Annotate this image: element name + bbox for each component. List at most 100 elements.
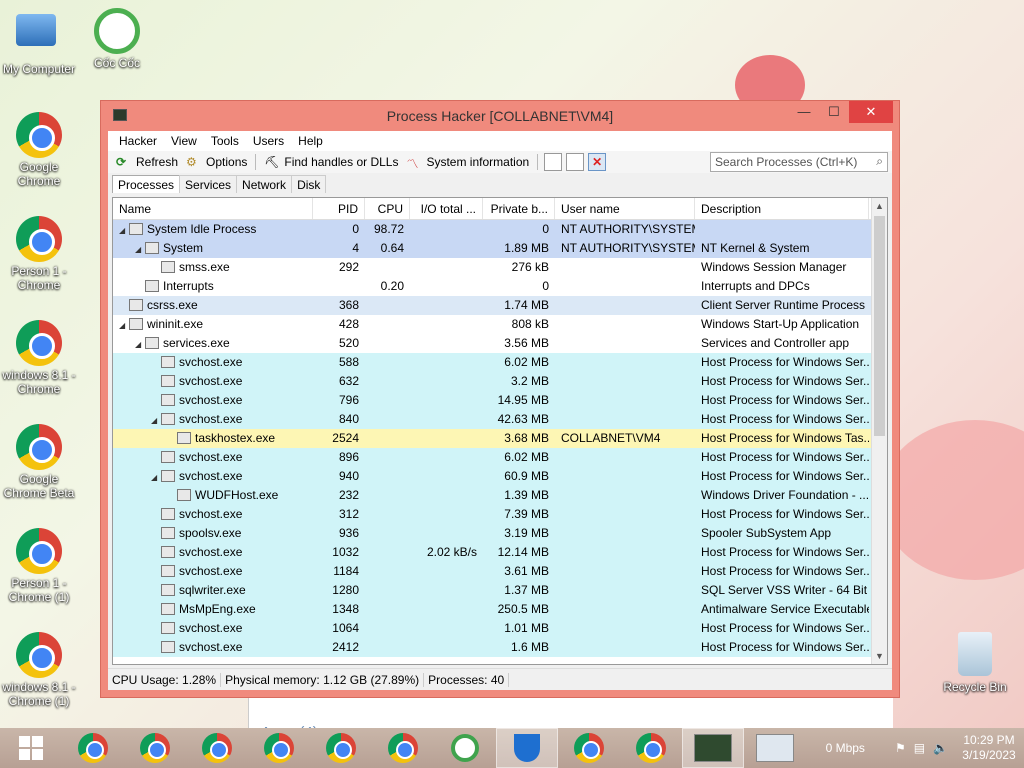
start-button[interactable]: [0, 728, 62, 768]
tree-toggle-icon[interactable]: ◢: [135, 340, 145, 349]
network-icon[interactable]: ▤: [914, 741, 925, 755]
tree-toggle-icon[interactable]: ◢: [135, 245, 145, 254]
menu-view[interactable]: View: [164, 131, 204, 151]
taskbar-defender[interactable]: [496, 728, 558, 768]
process-pid: 0: [352, 222, 359, 236]
title-bar[interactable]: Process Hacker [COLLABNET\VM4] — ☐ ✕: [101, 101, 899, 131]
process-cpu: [365, 372, 410, 391]
taskbar-chrome-2[interactable]: [248, 728, 310, 768]
process-row[interactable]: ◢ svchost.exe 940 60.9 MB Host Process for W…: [113, 467, 887, 486]
desktop-icon-google-chrome[interactable]: Google Chrome: [0, 112, 78, 188]
desktop-icon-person1-chrome[interactable]: Person 1 - Chrome: [0, 216, 78, 292]
process-row[interactable]: MsMpEng.exe 1348 250.5 MB Antimalware Servi…: [113, 600, 887, 619]
process-row[interactable]: svchost.exe 796 14.95 MB Host Process for W…: [113, 391, 887, 410]
flag-icon[interactable]: ⚑: [895, 741, 906, 755]
menu-users[interactable]: Users: [246, 131, 291, 151]
process-row[interactable]: svchost.exe 1184 3.61 MB Host Process for W…: [113, 562, 887, 581]
taskbar-chrome-person1[interactable]: [124, 728, 186, 768]
desktop-icon-windows81-chrome-1[interactable]: windows 8.1 - Chrome (1): [0, 632, 78, 708]
search-input[interactable]: Search Processes (Ctrl+K) ⌕: [710, 152, 888, 172]
column-cpu[interactable]: CPU: [365, 198, 410, 219]
clock[interactable]: 10:29 PM 3/19/2023: [954, 733, 1024, 763]
tab-disk[interactable]: Disk: [291, 175, 327, 193]
column-private-bytes[interactable]: Private b...: [483, 198, 555, 219]
process-row[interactable]: svchost.exe 632 3.2 MB Host Process for Win…: [113, 372, 887, 391]
process-description: SQL Server VSS Writer - 64 Bit: [701, 583, 868, 597]
column-pid[interactable]: PID: [313, 198, 365, 219]
desktop-icon-recycle-bin[interactable]: Recycle Bin: [936, 632, 1014, 694]
gear-icon: ⚙: [186, 155, 197, 169]
process-row[interactable]: ◢ System 4 0.64 1.89 MB NT AUTHORITY\SYSTEM NT…: [113, 239, 887, 258]
process-cpu: [365, 448, 410, 467]
find-handles-button[interactable]: ⛏ Find handles or DLLs: [260, 155, 402, 169]
desktop-icon-my-computer[interactable]: My Computer: [0, 8, 78, 76]
desktop-icon-chrome-beta[interactable]: Google Chrome Beta: [0, 424, 78, 500]
process-row[interactable]: smss.exe 292 276 kB Windows Session Manager: [113, 258, 887, 277]
toolbar-separator: [255, 154, 257, 170]
tree-toggle-icon[interactable]: ◢: [151, 416, 161, 425]
vertical-scrollbar[interactable]: ▲ ▼: [871, 198, 887, 664]
process-row[interactable]: svchost.exe 1032 2.02 kB/s 12.14 MB Host Pro…: [113, 543, 887, 562]
process-row[interactable]: ◢ wininit.exe 428 808 kB Windows Start-Up Ap…: [113, 315, 887, 334]
process-row[interactable]: svchost.exe 588 6.02 MB Host Process for Wi…: [113, 353, 887, 372]
process-row[interactable]: svchost.exe 312 7.39 MB Host Process for Wi…: [113, 505, 887, 524]
tab-network[interactable]: Network: [236, 175, 293, 193]
process-row[interactable]: ◢ System Idle Process 0 98.72 0 NT AUTHORITY\…: [113, 220, 887, 239]
refresh-button[interactable]: ⟳ Refresh: [112, 155, 182, 169]
desktop-icon-coccoc[interactable]: Cốc Cốc: [78, 8, 156, 70]
scroll-thumb[interactable]: [874, 216, 885, 436]
taskbar-chrome-windows81[interactable]: [186, 728, 248, 768]
tab-services[interactable]: Services: [179, 175, 238, 193]
menu-tools[interactable]: Tools: [204, 131, 246, 151]
tree-toggle-icon[interactable]: ◢: [151, 473, 161, 482]
process-row[interactable]: sqlwriter.exe 1280 1.37 MB SQL Server VSS W…: [113, 581, 887, 600]
process-pid: 940: [338, 469, 359, 483]
desktop-icon-person1-chrome-1[interactable]: Person 1 - Chrome (1): [0, 528, 78, 604]
process-row[interactable]: ◢ svchost.exe 840 42.63 MB Host Process for …: [113, 410, 887, 429]
tree-toggle-icon[interactable]: ◢: [119, 226, 129, 235]
taskbar-chrome-beta-2[interactable]: [372, 728, 434, 768]
close-button[interactable]: ✕: [849, 101, 893, 123]
window-icon[interactable]: [544, 153, 563, 171]
process-name-cell: spoolsv.exe: [113, 524, 313, 543]
scroll-up-icon[interactable]: ▲: [872, 198, 887, 214]
process-tree[interactable]: Name PID CPU I/O total ... Private b... …: [112, 197, 888, 665]
column-description[interactable]: Description: [695, 198, 869, 219]
process-icon: [161, 413, 175, 425]
process-row[interactable]: ◢ services.exe 520 3.56 MB Services and Cont…: [113, 334, 887, 353]
taskbar-resource-monitor[interactable]: [744, 728, 806, 768]
taskbar-chrome-3[interactable]: [558, 728, 620, 768]
process-row[interactable]: WUDFHost.exe 232 1.39 MB Windows Driver Fou…: [113, 486, 887, 505]
window-title: Process Hacker [COLLABNET\VM4]: [386, 108, 614, 124]
column-io-total[interactable]: I/O total ...: [410, 198, 483, 219]
column-name[interactable]: Name: [113, 198, 313, 219]
desktop-icon-label: windows 8.1 - Chrome: [2, 368, 76, 396]
process-row[interactable]: Interrupts 0.20 0 Interrupts and DPCs: [113, 277, 887, 296]
desktop-icon-windows81-chrome[interactable]: windows 8.1 - Chrome: [0, 320, 78, 396]
menu-hacker[interactable]: Hacker: [112, 131, 164, 151]
scroll-down-icon[interactable]: ▼: [872, 648, 887, 664]
process-row[interactable]: csrss.exe 368 1.74 MB Client Server Runtime…: [113, 296, 887, 315]
process-row[interactable]: svchost.exe 1064 1.01 MB Host Process for W…: [113, 619, 887, 638]
tab-processes[interactable]: Processes: [112, 175, 181, 193]
volume-icon[interactable]: 🔈: [933, 741, 948, 755]
tree-toggle-icon[interactable]: ◢: [119, 321, 129, 330]
options-button[interactable]: ⚙ Options: [182, 155, 251, 169]
taskbar-coccoc[interactable]: [434, 728, 496, 768]
process-row[interactable]: spoolsv.exe 936 3.19 MB Spooler SubSystem A…: [113, 524, 887, 543]
terminate-icon[interactable]: ✕: [588, 153, 607, 171]
taskbar-process-hacker[interactable]: [682, 728, 744, 768]
process-row[interactable]: svchost.exe 896 6.02 MB Host Process for Wi…: [113, 448, 887, 467]
go-icon[interactable]: [566, 153, 585, 171]
taskbar-chrome-4[interactable]: [620, 728, 682, 768]
process-row[interactable]: svchost.exe 2412 1.6 MB Host Process for Wi…: [113, 638, 887, 657]
process-row[interactable]: taskhostex.exe 2524 3.68 MB COLLABNET\VM4 Ho…: [113, 429, 887, 448]
process-name: Interrupts: [163, 279, 214, 293]
menu-help[interactable]: Help: [291, 131, 330, 151]
column-user-name[interactable]: User name: [555, 198, 695, 219]
system-information-button[interactable]: 〽 System information: [402, 155, 533, 171]
maximize-button[interactable]: ☐: [819, 101, 849, 123]
taskbar-chrome[interactable]: [62, 728, 124, 768]
taskbar-chrome-beta[interactable]: [310, 728, 372, 768]
minimize-button[interactable]: —: [789, 101, 819, 123]
